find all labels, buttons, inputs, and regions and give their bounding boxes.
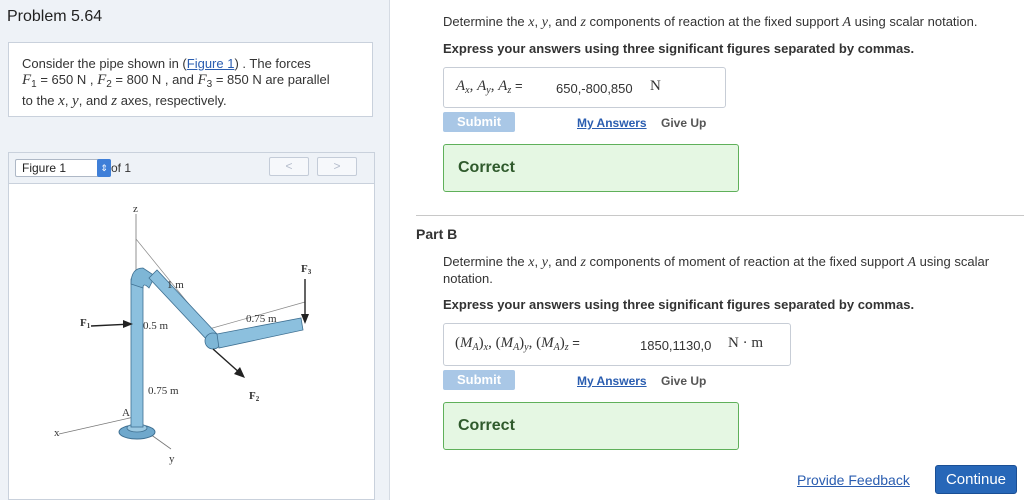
problem-statement: Consider the pipe shown in (Figure 1) . …: [8, 42, 373, 117]
continue-button[interactable]: Continue: [935, 465, 1017, 494]
part-b-answer-label: (MA)x, (MA)y, (MA)z =: [455, 335, 580, 353]
part-b-answer-value: 1850,1130,0: [640, 338, 712, 353]
label-y: y: [169, 453, 175, 465]
part-b-unit: N · m: [728, 335, 763, 351]
figure-panel: Figure 1 ⇕ of 1 < > z x y A F1 F2 F3 1 m…: [8, 152, 375, 500]
part-a-my-answers-link[interactable]: My Answers: [577, 116, 647, 130]
dim-0-5m: 0.5 m: [143, 320, 169, 332]
part-a-give-up-link[interactable]: Give Up: [661, 116, 706, 130]
part-a-unit: N: [650, 78, 661, 94]
dim-0-75m-end: 0.75 m: [246, 313, 277, 325]
part-a-instruction: Express your answers using three signifi…: [443, 41, 915, 56]
prev-figure-button[interactable]: <: [269, 157, 309, 176]
part-a-submit-button[interactable]: Submit: [443, 112, 515, 132]
part-b-submit-button[interactable]: Submit: [443, 370, 515, 390]
label-f3: F3: [301, 263, 312, 276]
statement-line-1: Consider the pipe shown in (Figure 1) . …: [22, 56, 311, 71]
part-a-question: Determine the x, y, and z components of …: [443, 14, 978, 30]
label-x: x: [54, 427, 60, 439]
statement-line-3: to the x, y, and z axes, respectively.: [22, 93, 227, 109]
part-b-title: Part B: [416, 226, 458, 242]
dim-0-75m-vertical: 0.75 m: [148, 385, 179, 397]
right-panel: Determine the x, y, and z components of …: [389, 0, 1024, 500]
provide-feedback-link[interactable]: Provide Feedback: [797, 472, 910, 488]
figure-select[interactable]: Figure 1 ⇕: [15, 159, 111, 177]
figure-count: of 1: [111, 161, 132, 175]
label-f1: F1: [80, 317, 91, 330]
part-b-give-up-link[interactable]: Give Up: [661, 374, 706, 388]
vertical-pipe: [130, 278, 144, 428]
left-panel: Problem 5.64 Consider the pipe shown in …: [0, 0, 390, 500]
part-b-question: Determine the x, y, and z components of …: [443, 254, 990, 286]
next-figure-button[interactable]: >: [317, 157, 357, 176]
part-b-answer-box[interactable]: (MA)x, (MA)y, (MA)z = 1850,1130,0 N · m: [443, 323, 791, 366]
select-chevron-icon: ⇕: [97, 159, 111, 177]
figure-link[interactable]: Figure 1: [187, 56, 235, 71]
label-a: A: [122, 407, 130, 419]
pipe-diagram: z x y A F1 F2 F3 1 m 0.5 m 0.75 m 0.75 m: [54, 203, 312, 465]
figure-toolbar: Figure 1 ⇕ of 1 < >: [9, 153, 374, 184]
part-b-correct-banner: Correct: [443, 402, 739, 450]
part-divider: [416, 215, 1024, 216]
label-z: z: [133, 203, 138, 215]
part-b-my-answers-link[interactable]: My Answers: [577, 374, 647, 388]
f3-arrowhead: [301, 314, 309, 324]
part-a-answer-box[interactable]: Ax, Ay, Az = 650,-800,850 N: [443, 67, 726, 108]
dim-1m: 1 m: [167, 279, 184, 291]
statement-line-2: F1 = 650 N , F2 = 800 N , and F3 = 850 N…: [22, 72, 330, 90]
part-a-correct-banner: Correct: [443, 144, 739, 192]
problem-title: Problem 5.64: [7, 8, 103, 25]
part-b-instruction: Express your answers using three signifi…: [443, 297, 915, 312]
part-a-answer-value: 650,-800,850: [556, 81, 633, 96]
label-f2: F2: [249, 390, 260, 403]
f2-arrow-line: [212, 348, 242, 375]
part-a-answer-label: Ax, Ay, Az =: [456, 78, 523, 96]
